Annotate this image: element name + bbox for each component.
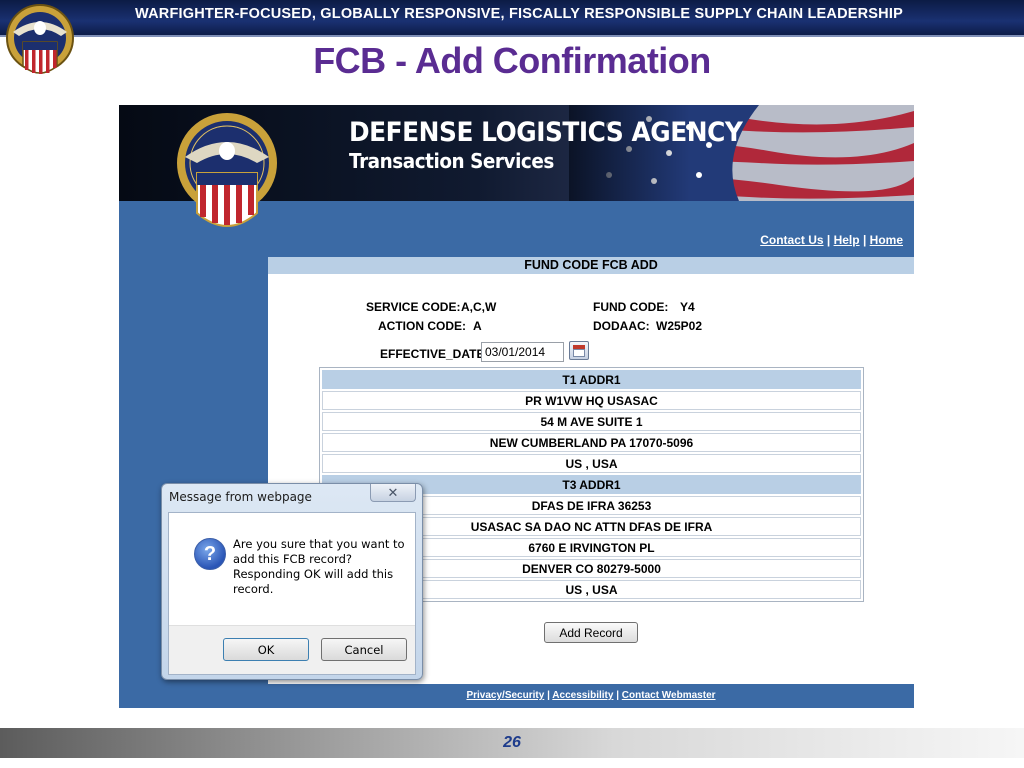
effective-date-input[interactable] (481, 342, 564, 362)
dodaac-value: W25P02 (656, 319, 703, 333)
ok-button[interactable]: OK (223, 638, 309, 661)
dla-seal-icon (6, 4, 74, 74)
privacy-security-link[interactable]: Privacy/Security (466, 690, 544, 701)
section-heading: FUND CODE FCB ADD (268, 257, 914, 274)
contact-us-link[interactable]: Contact Us (760, 233, 823, 247)
t1-addr-line: 54 M AVE SUITE 1 (322, 412, 861, 431)
dialog-title: Message from webpage (169, 490, 312, 504)
agency-subtitle: Transaction Services (349, 149, 554, 173)
service-code-label: SERVICE CODE: (366, 300, 461, 314)
accessibility-link[interactable]: Accessibility (552, 690, 613, 701)
action-code-value: A (473, 319, 482, 333)
effective-date-label: EFFECTIVE_DATE: (380, 347, 489, 361)
slide-title: FCB - Add Confirmation (313, 40, 711, 81)
dla-emblem-icon (177, 113, 277, 227)
link-separator: | (862, 233, 867, 247)
top-links: Contact Us | Help | Home (719, 233, 903, 247)
agency-name: DEFENSE LOGISTICS AGENCY (349, 117, 743, 148)
link-separator: | (826, 233, 831, 247)
t1-addr-line: PR W1VW HQ USASAC (322, 391, 861, 410)
dialog-body: ? Are you sure that you want to add this… (168, 512, 416, 675)
page-number: 26 (503, 734, 521, 751)
action-code-label: ACTION CODE: (378, 319, 466, 333)
dodaac-label: DODAAC: (593, 319, 650, 333)
question-icon: ? (194, 538, 226, 570)
fund-code-label: FUND CODE: (593, 300, 669, 314)
confirm-dialog: Message from webpage ✕ ? Are you sure th… (161, 483, 423, 680)
contact-webmaster-link[interactable]: Contact Webmaster (622, 690, 716, 701)
cancel-button[interactable]: Cancel (321, 638, 407, 661)
slide-banner: WARFIGHTER-FOCUSED, GLOBALLY RESPONSIVE,… (0, 0, 1024, 37)
t1-addr-header: T1 ADDR1 (322, 370, 861, 389)
help-link[interactable]: Help (834, 233, 860, 247)
t1-addr-line: NEW CUMBERLAND PA 17070-5096 (322, 433, 861, 452)
close-icon[interactable]: ✕ (370, 484, 416, 502)
slide-banner-text: WARFIGHTER-FOCUSED, GLOBALLY RESPONSIVE,… (135, 6, 903, 22)
dialog-message: Are you sure that you want to add this F… (233, 537, 405, 596)
service-code-value: A,C,W (461, 300, 497, 314)
footer-links: Privacy/Security | Accessibility | Conta… (268, 684, 914, 708)
fund-code-value: Y4 (680, 300, 695, 314)
calendar-icon[interactable] (569, 341, 589, 360)
t1-addr-line: US , USA (322, 454, 861, 473)
home-link[interactable]: Home (870, 233, 903, 247)
add-record-button[interactable]: Add Record (544, 622, 638, 643)
